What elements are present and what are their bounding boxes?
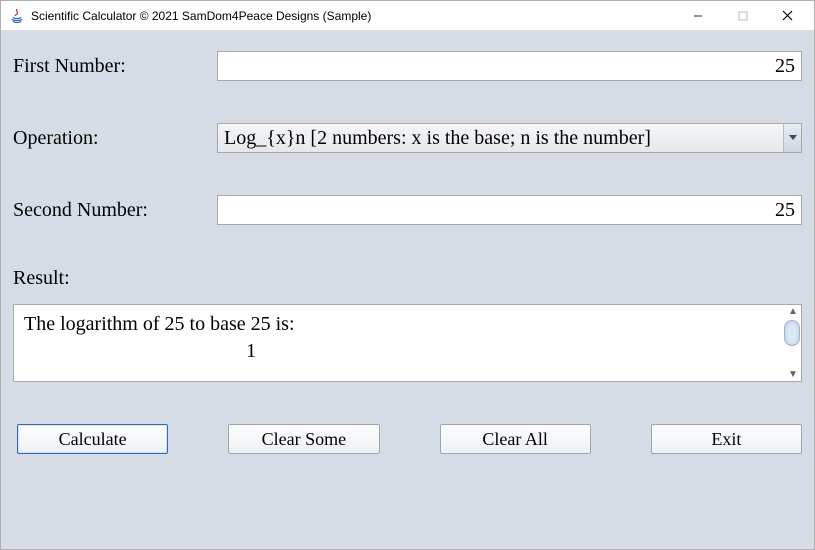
window-controls — [675, 2, 810, 30]
exit-button[interactable]: Exit — [651, 424, 802, 454]
result-line-2: 1 — [24, 338, 478, 365]
second-number-row: Second Number: — [13, 195, 802, 225]
scroll-thumb[interactable] — [784, 320, 800, 346]
first-number-row: First Number: — [13, 51, 802, 81]
first-number-label: First Number: — [13, 55, 217, 78]
result-box-wrap: The logarithm of 25 to base 25 is: 1 ▲ ▼ — [13, 304, 802, 382]
titlebar: Scientific Calculator © 2021 SamDom4Peac… — [1, 1, 814, 31]
operation-row: Operation: Log_{x}n [2 numbers: x is the… — [13, 123, 802, 153]
result-label: Result: — [13, 267, 802, 290]
second-number-input[interactable] — [217, 195, 802, 225]
content-panel: First Number: Operation: Log_{x}n [2 num… — [1, 31, 814, 549]
clear-some-button[interactable]: Clear Some — [228, 424, 379, 454]
result-line-1: The logarithm of 25 to base 25 is: — [24, 313, 295, 335]
calculate-button[interactable]: Calculate — [17, 424, 168, 454]
minimize-button[interactable] — [675, 2, 720, 30]
app-window: Scientific Calculator © 2021 SamDom4Peac… — [0, 0, 815, 550]
clear-all-button[interactable]: Clear All — [440, 424, 591, 454]
result-scrollbar[interactable]: ▲ ▼ — [786, 306, 800, 380]
window-title: Scientific Calculator © 2021 SamDom4Peac… — [31, 9, 675, 23]
operation-label: Operation: — [13, 127, 217, 150]
operation-select[interactable]: Log_{x}n [2 numbers: x is the base; n is… — [217, 123, 802, 153]
button-row: Calculate Clear Some Clear All Exit — [13, 424, 802, 454]
operation-select-wrap: Log_{x}n [2 numbers: x is the base; n is… — [217, 123, 802, 153]
maximize-button — [720, 2, 765, 30]
second-number-label: Second Number: — [13, 199, 217, 222]
scroll-up-icon: ▲ — [788, 306, 798, 317]
first-number-input[interactable] — [217, 51, 802, 81]
close-button[interactable] — [765, 2, 810, 30]
java-app-icon — [9, 8, 25, 24]
scroll-down-icon: ▼ — [788, 369, 798, 380]
result-output[interactable]: The logarithm of 25 to base 25 is: 1 — [13, 304, 802, 382]
